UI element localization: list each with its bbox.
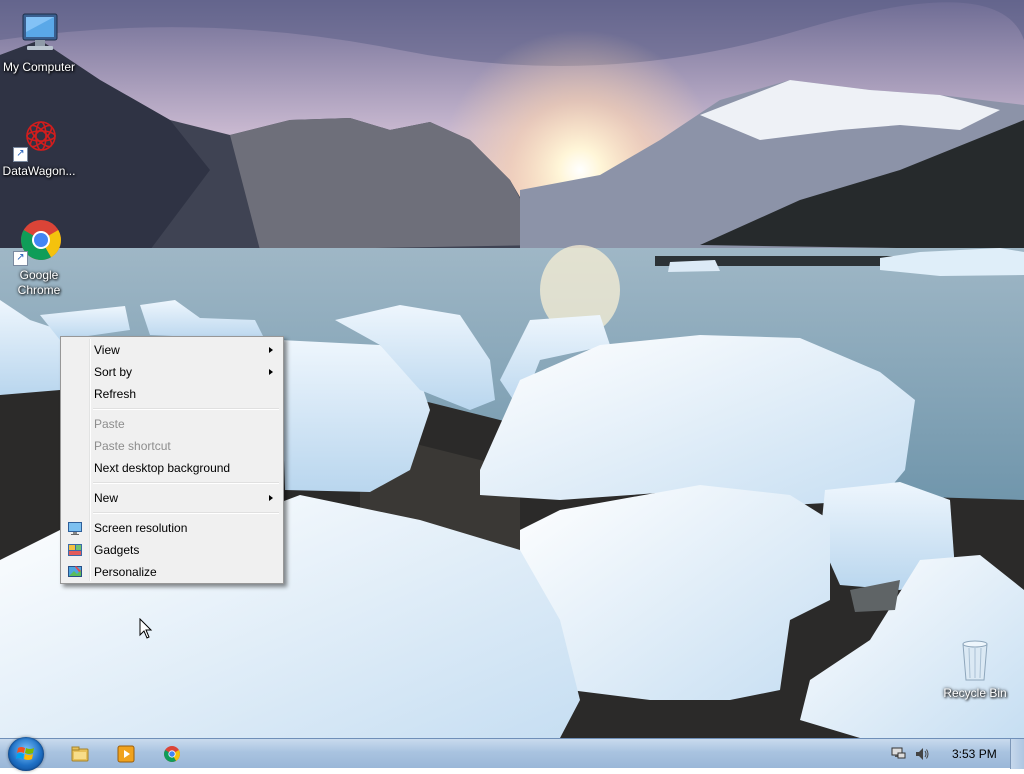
menu-item-label: Gadgets	[94, 543, 140, 557]
submenu-arrow-icon	[269, 495, 273, 501]
desktop-icon-label: Recycle Bin	[943, 686, 1007, 700]
menu-item-label: Refresh	[94, 387, 137, 401]
menu-item-personalize[interactable]: Personalize	[63, 561, 281, 583]
windows-explorer-icon	[71, 746, 89, 762]
shortcut-arrow-icon: ↗	[13, 251, 28, 266]
desktop-icon-label-line2: Chrome	[17, 283, 61, 297]
desktop-icon-datawagon[interactable]: ↗ DataWagon...	[0, 114, 78, 179]
taskbar-windows-explorer[interactable]	[68, 742, 92, 766]
datawagon-icon: ↗	[13, 114, 63, 162]
menu-item-label: Sort by	[94, 365, 133, 379]
menu-item-label: Next desktop background	[94, 461, 231, 475]
media-player-icon	[117, 745, 135, 763]
menu-item-gadgets[interactable]: Gadgets	[63, 539, 281, 561]
menu-separator	[93, 512, 279, 514]
desktop-icon-label: My Computer	[2, 60, 76, 74]
menu-separator	[93, 482, 279, 484]
taskbar-media-player[interactable]	[114, 742, 138, 766]
menu-item-sort-by[interactable]: Sort by	[63, 361, 281, 383]
personalize-icon	[68, 566, 82, 577]
menu-item-label: Paste	[94, 417, 125, 431]
desktop-context-menu: View Sort by Refresh Paste Paste shortcu…	[60, 336, 284, 584]
taskbar: 3:53 PM	[0, 737, 1024, 771]
submenu-arrow-icon	[269, 347, 273, 353]
menu-item-label: Paste shortcut	[94, 439, 171, 453]
shortcut-arrow-icon: ↗	[13, 147, 28, 162]
volume-icon[interactable]	[914, 746, 930, 762]
menu-item-paste: Paste	[63, 413, 281, 435]
menu-item-label: New	[94, 491, 119, 505]
computer-icon	[15, 10, 63, 58]
mouse-pointer-icon	[139, 618, 153, 639]
recycle-bin-icon	[951, 636, 999, 684]
taskbar-clock[interactable]: 3:53 PM	[952, 747, 997, 761]
menu-separator	[93, 408, 279, 410]
submenu-arrow-icon	[269, 369, 273, 375]
menu-item-screen-resolution[interactable]: Screen resolution	[63, 517, 281, 539]
menu-item-next-desktop-background[interactable]: Next desktop background	[63, 457, 281, 479]
desktop-icon-google-chrome[interactable]: ↗ Google Chrome	[0, 218, 78, 298]
menu-item-label: View	[94, 343, 120, 357]
menu-item-refresh[interactable]: Refresh	[63, 383, 281, 405]
start-button[interactable]	[8, 737, 44, 771]
chrome-icon	[164, 746, 180, 762]
taskbar-chrome[interactable]	[160, 742, 184, 766]
network-icon[interactable]	[890, 746, 906, 762]
chrome-icon: ↗	[13, 218, 63, 266]
menu-item-label: Screen resolution	[94, 521, 188, 535]
menu-item-label: Personalize	[94, 565, 157, 579]
desktop-icon-label: DataWagon...	[2, 164, 76, 178]
windows-logo-icon	[16, 747, 34, 760]
menu-item-view[interactable]: View	[63, 339, 281, 361]
gadgets-icon	[68, 544, 82, 556]
menu-item-new[interactable]: New	[63, 487, 281, 509]
menu-item-paste-shortcut: Paste shortcut	[63, 435, 281, 457]
desktop-icon-my-computer[interactable]: My Computer	[0, 10, 78, 75]
screen-resolution-icon	[68, 522, 82, 535]
desktop-icon-recycle-bin[interactable]: Recycle Bin	[936, 636, 1014, 701]
desktop-icon-label-line1: Google	[19, 268, 59, 282]
show-desktop-button[interactable]	[1010, 739, 1024, 769]
